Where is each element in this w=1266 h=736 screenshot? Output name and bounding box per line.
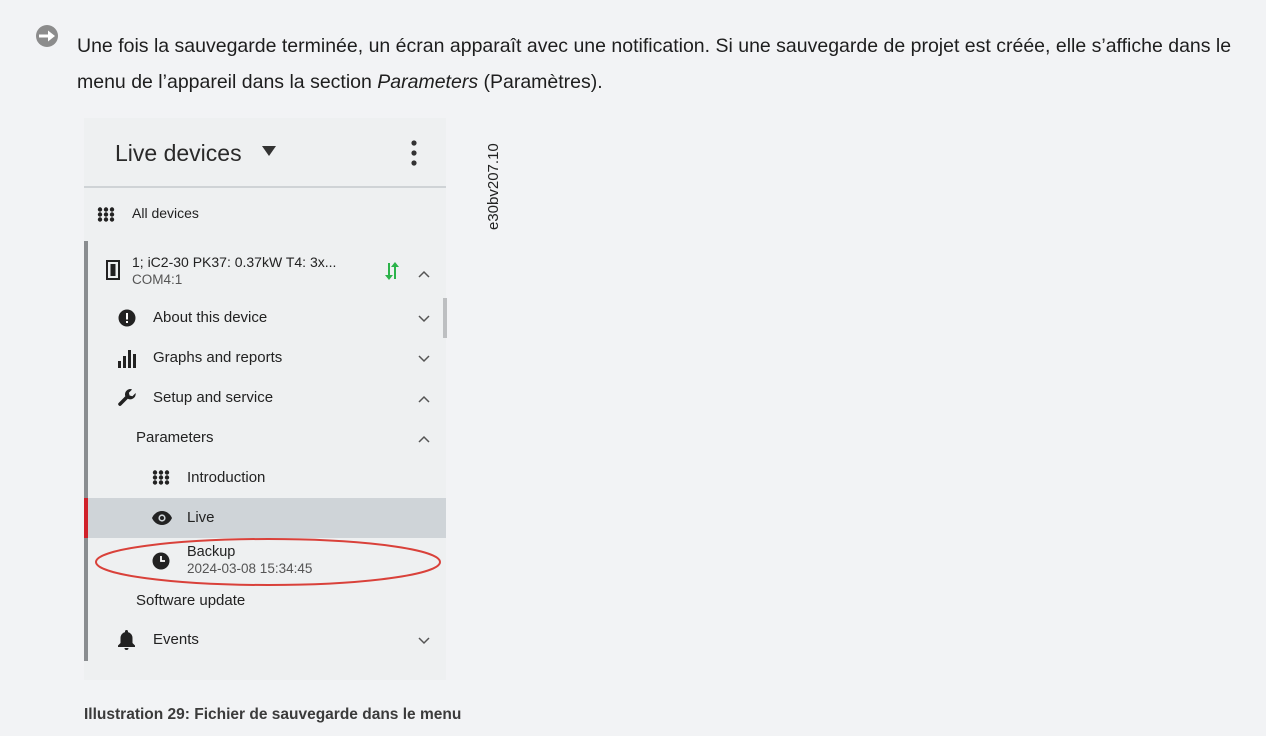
chevron-up-icon[interactable] (418, 270, 430, 278)
grid-dots-icon (152, 470, 170, 485)
wrench-icon (118, 389, 136, 406)
panel-title: Live devices (115, 140, 242, 166)
figure-screenshot: Live devices All devices 1; iC2-30 PK37:… (84, 118, 447, 680)
drive-device-icon (106, 260, 120, 280)
live-devices-panel: Live devices All devices 1; iC2-30 PK37:… (84, 118, 447, 680)
bell-icon (118, 630, 135, 650)
grid-dots-icon (97, 207, 115, 222)
caret-down-icon[interactable] (262, 146, 276, 156)
parameters-emphasis: Parameters (377, 71, 479, 93)
device-port: COM4:1 (132, 272, 183, 287)
menu-item-live[interactable]: Live (84, 498, 446, 538)
menu-item-graphs[interactable]: Graphs and reports (84, 338, 444, 378)
menu-label-events: Events (153, 631, 199, 648)
menu-label-live: Live (187, 509, 215, 526)
menu-label-setup: Setup and service (153, 389, 274, 406)
panel-header: Live devices (84, 118, 446, 188)
menu-label-graphs: Graphs and reports (153, 349, 283, 366)
chevron-down-icon[interactable] (418, 637, 430, 645)
chevron-down-icon[interactable] (418, 355, 430, 363)
info-alert-icon (118, 309, 136, 327)
menu-item-parameters[interactable]: Parameters (84, 418, 444, 458)
figure-caption: Illustration 29: Fichier de sauvegarde d… (84, 706, 462, 723)
menu-item-about[interactable]: About this device (84, 298, 444, 338)
more-vertical-icon[interactable] (411, 140, 417, 166)
chevron-down-icon[interactable] (418, 315, 430, 323)
menu-label-parameters: Parameters (136, 429, 214, 446)
device-name: 1; iC2-30 PK37: 0.37kW T4: 3x... (132, 254, 337, 270)
eye-icon (152, 511, 172, 525)
menu-item-events[interactable]: Events (84, 620, 444, 660)
device-item[interactable]: 1; iC2-30 PK37: 0.37kW T4: 3x... COM4:1 (84, 248, 444, 296)
menu-label-software-update: Software update (136, 592, 246, 609)
all-devices-item[interactable]: All devices (84, 194, 444, 234)
menu-label-introduction: Introduction (187, 469, 266, 486)
menu-item-introduction[interactable]: Introduction (84, 458, 444, 498)
menu-label-about: About this device (153, 309, 268, 326)
menu-item-setup[interactable]: Setup and service (84, 378, 444, 418)
figure-code: e30bv207.10 (485, 143, 502, 230)
menu-item-software-update[interactable]: Software update (84, 581, 444, 621)
transfer-arrows-icon (385, 262, 399, 280)
scrollbar-thumb[interactable] (443, 298, 447, 338)
bar-chart-icon (118, 350, 136, 368)
chevron-up-icon[interactable] (418, 435, 430, 443)
instruction-text: Une fois la sauvegarde terminée, un écra… (77, 35, 1232, 93)
all-devices-label: All devices (132, 205, 199, 221)
selected-indicator (84, 498, 88, 538)
chevron-up-icon[interactable] (418, 395, 430, 403)
arrow-circle-icon (36, 25, 58, 47)
